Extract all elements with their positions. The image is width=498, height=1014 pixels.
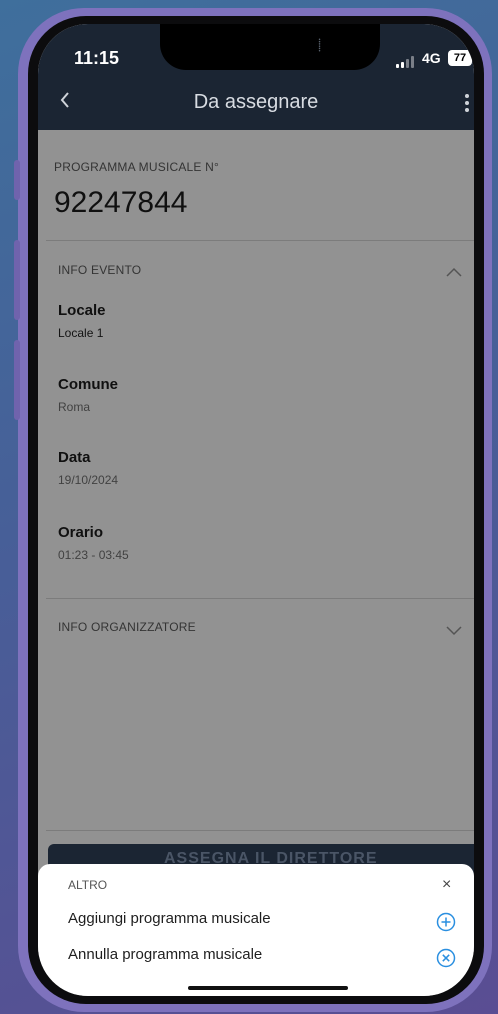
bottom-sheet: ALTRO × Aggiungi programma musicale Annu… xyxy=(38,864,474,996)
add-program-item[interactable]: Aggiungi programma musicale xyxy=(68,910,271,927)
battery-icon: 77 xyxy=(448,50,472,66)
camera-mark: ⸽ xyxy=(318,38,322,52)
status-time: 11:15 xyxy=(74,48,120,68)
phone-volume-up xyxy=(14,240,20,320)
close-icon[interactable]: × xyxy=(442,876,451,894)
battery-cap xyxy=(473,55,474,61)
app-header: ⸽ 11:15 4G 77 Da assegnare xyxy=(38,24,474,130)
home-indicator xyxy=(188,986,348,990)
more-vert-icon xyxy=(465,94,469,98)
cancel-circle-icon[interactable] xyxy=(436,948,456,968)
phone-side-button xyxy=(14,160,20,200)
phone-volume-down xyxy=(14,340,20,420)
notch xyxy=(160,24,380,70)
sheet-title: ALTRO xyxy=(68,878,108,892)
phone-screen: ⸽ 11:15 4G 77 Da assegnare PROGRAMMA MUS… xyxy=(38,24,474,996)
more-menu-button[interactable] xyxy=(462,94,472,118)
cancel-program-item[interactable]: Annulla programma musicale xyxy=(68,946,262,963)
page-title: Da assegnare xyxy=(193,91,319,113)
network-type: 4G xyxy=(422,50,441,66)
add-circle-icon[interactable] xyxy=(436,912,456,932)
signal-icon xyxy=(396,56,414,68)
